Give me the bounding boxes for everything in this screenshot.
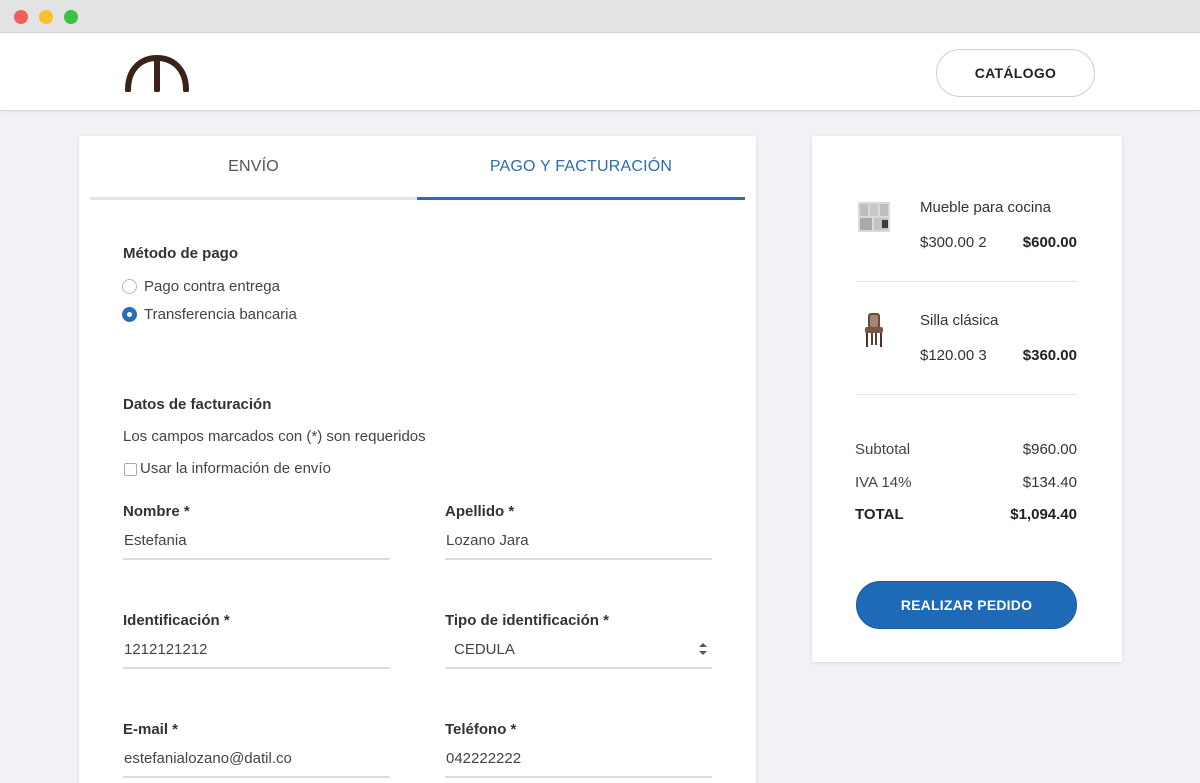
radio-transferencia-bancaria[interactable]: [122, 307, 137, 322]
subtotal-label: Subtotal: [855, 441, 911, 458]
identificacion-input[interactable]: [123, 631, 390, 669]
place-order-button[interactable]: REALIZAR PEDIDO: [856, 581, 1077, 629]
total-value: $1,094.40: [1010, 506, 1077, 523]
cart-item-total: $360.00: [1022, 347, 1077, 364]
maximize-window-button[interactable]: [64, 10, 78, 24]
nombre-input[interactable]: [123, 522, 390, 560]
tab-envio[interactable]: ENVÍO: [90, 136, 417, 200]
identificacion-label: Identificación *: [123, 612, 230, 629]
telefono-label: Teléfono *: [445, 721, 517, 738]
apellido-input[interactable]: [445, 522, 712, 560]
use-shipping-info-checkbox[interactable]: [124, 463, 137, 476]
nombre-label: Nombre *: [123, 503, 190, 520]
tipo-identificacion-label: Tipo de identificación *: [445, 612, 609, 629]
email-label: E-mail *: [123, 721, 179, 738]
payment-method-title: Método de pago: [123, 245, 238, 262]
radio-label-pago-contra-entrega: Pago contra entrega: [144, 278, 280, 295]
use-shipping-info-label: Usar la información de envío: [140, 460, 331, 477]
window-titlebar: [0, 0, 1200, 33]
divider: [856, 394, 1077, 395]
tax-value: $134.40: [1022, 474, 1077, 491]
brand-logo[interactable]: [124, 54, 190, 92]
radio-label-transferencia-bancaria: Transferencia bancaria: [144, 306, 297, 323]
site-header: CATÁLOGO: [0, 33, 1200, 111]
select-arrows-icon: [699, 643, 707, 655]
radio-pago-contra-entrega[interactable]: [122, 279, 137, 294]
subtotal-value: $960.00: [1022, 441, 1077, 458]
apellido-label: Apellido *: [445, 503, 515, 520]
tab-pago-facturacion[interactable]: PAGO Y FACTURACIÓN: [417, 136, 745, 200]
minimize-window-button[interactable]: [39, 10, 53, 24]
checkout-tabs: ENVÍO PAGO Y FACTURACIÓN: [90, 136, 745, 200]
cart-item-name: Silla clásica: [920, 312, 999, 329]
tax-label: IVA 14%: [855, 474, 912, 491]
billing-title: Datos de facturación: [123, 396, 272, 413]
email-input[interactable]: [123, 740, 390, 778]
total-label: TOTAL: [855, 506, 904, 523]
kitchen-cabinet-icon: [858, 202, 890, 232]
telefono-input[interactable]: [445, 740, 712, 778]
checkout-form-card: ENVÍO PAGO Y FACTURACIÓN Método de pago …: [79, 136, 756, 783]
required-fields-note: Los campos marcados con (*) son requerid…: [123, 428, 426, 445]
catalog-button[interactable]: CATÁLOGO: [936, 49, 1095, 97]
tipo-identificacion-select[interactable]: CEDULA: [445, 631, 712, 669]
cart-item-total: $600.00: [1022, 234, 1077, 251]
divider: [856, 281, 1077, 282]
tipo-identificacion-value: CEDULA: [454, 640, 515, 658]
chair-icon: [865, 313, 883, 347]
order-summary-card: Mueble para cocina $300.00 2 $600.00 Sil…: [812, 136, 1122, 662]
close-window-button[interactable]: [14, 10, 28, 24]
cart-item-name: Mueble para cocina: [920, 199, 1051, 216]
